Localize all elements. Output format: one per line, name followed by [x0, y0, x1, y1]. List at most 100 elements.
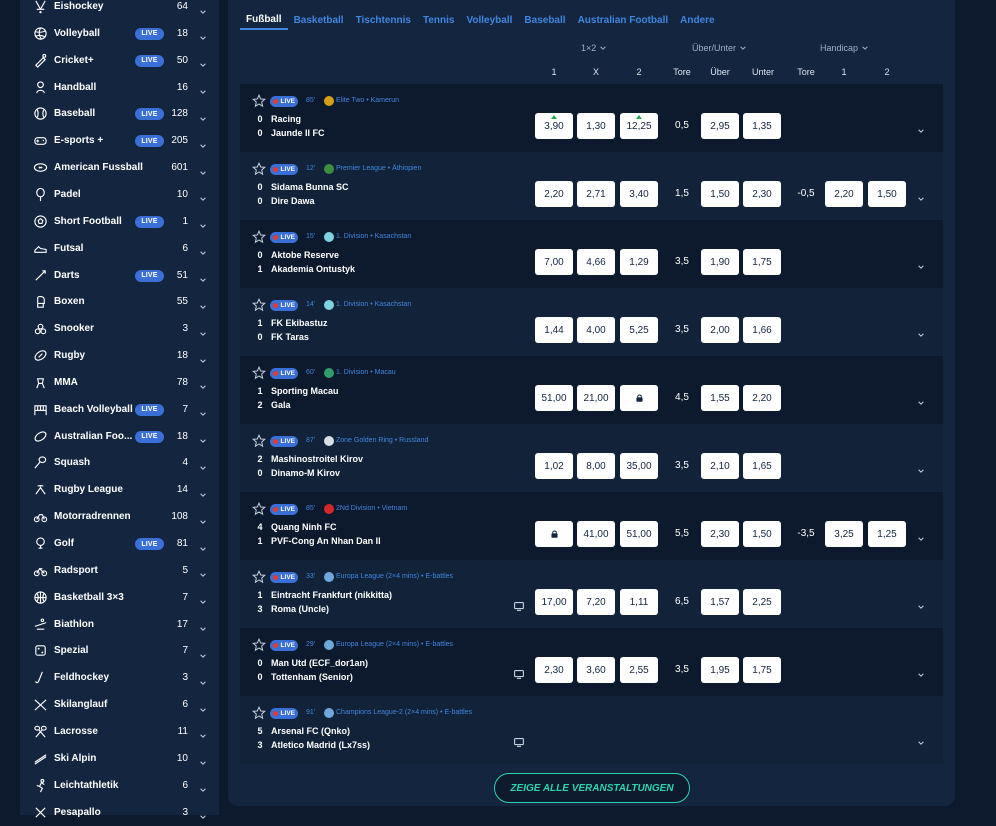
odds-over-button[interactable]: 1,55: [701, 385, 739, 411]
expand-match-chevron-icon[interactable]: [916, 734, 926, 745]
odds-over-button[interactable]: 1,57: [701, 589, 739, 615]
sidebar-item-short-football[interactable]: Short Football LIVE 1: [20, 208, 219, 235]
league-label[interactable]: Champions League-2 (2×4 mins) • E-battle…: [336, 709, 472, 716]
odds-over-button[interactable]: 1,95: [701, 657, 739, 683]
sidebar-item-beach-volleyball[interactable]: Beach Volleyball LIVE 7: [20, 396, 219, 423]
match-row[interactable]: LIVE 12' Premier League • Äthiopien 0 Sidama…: [240, 152, 943, 220]
tab-australian-football[interactable]: Australian Football: [572, 10, 675, 30]
sidebar-item-padel[interactable]: Padel 10: [20, 181, 219, 208]
expand-match-chevron-icon[interactable]: [916, 326, 926, 337]
header-group-handicap[interactable]: Handicap: [820, 43, 869, 53]
expand-match-chevron-icon[interactable]: [916, 190, 926, 201]
show-all-events-button[interactable]: ZEIGE ALLE VERANSTALTUNGEN: [494, 773, 690, 803]
chevron-down-icon[interactable]: [199, 164, 207, 175]
odds-over-button[interactable]: 2,30: [701, 521, 739, 547]
chevron-down-icon[interactable]: [199, 83, 207, 94]
tab-tischtennis[interactable]: Tischtennis: [350, 10, 417, 30]
odds-draw-button[interactable]: 41,00: [577, 521, 615, 547]
match-row[interactable]: LIVE 33' Europa League (2×4 mins) • E-batt…: [240, 560, 943, 628]
odds-under-button[interactable]: 1,66: [743, 317, 781, 343]
odds-under-button[interactable]: 1,35: [743, 113, 781, 139]
league-label[interactable]: Europa League (2×4 mins) • E-battles: [336, 573, 453, 580]
tab-baseball[interactable]: Baseball: [518, 10, 571, 30]
expand-match-chevron-icon[interactable]: [916, 462, 926, 473]
match-row[interactable]: LIVE 87' Zone Golden Ring • Russland 2 Mashi…: [240, 424, 943, 492]
expand-match-chevron-icon[interactable]: [916, 394, 926, 405]
chevron-down-icon[interactable]: [199, 29, 207, 41]
chevron-down-icon[interactable]: [199, 244, 207, 256]
favorite-star-icon[interactable]: [252, 366, 266, 380]
chevron-down-icon[interactable]: [199, 566, 207, 578]
match-row[interactable]: LIVE 85' Elite Two • Kamerun 0 Racing 0 Jaunde…: [240, 84, 943, 152]
odds-draw-button[interactable]: 3,60: [577, 657, 615, 683]
odds-handicap-2-button[interactable]: 1,25: [868, 521, 906, 547]
odds-home-button[interactable]: 2,20: [535, 181, 573, 207]
sidebar-item-squash[interactable]: Squash 4: [20, 449, 219, 476]
odds-draw-button[interactable]: 1,30: [577, 113, 615, 139]
sidebar-item-handball[interactable]: Handball 16: [20, 74, 219, 101]
odds-home-button[interactable]: 2,30: [535, 657, 573, 683]
chevron-down-icon[interactable]: [199, 593, 207, 605]
odds-under-button[interactable]: 1,50: [743, 521, 781, 547]
sidebar-item-cricket[interactable]: Cricket+ LIVE 50: [20, 47, 219, 74]
expand-match-chevron-icon[interactable]: [916, 122, 926, 133]
chevron-down-icon[interactable]: [199, 325, 207, 336]
chevron-down-icon[interactable]: [199, 56, 207, 68]
odds-home-button[interactable]: 17,00: [535, 589, 573, 615]
odds-under-button[interactable]: 1,75: [743, 249, 781, 275]
favorite-star-icon[interactable]: [252, 94, 266, 108]
odds-away-button[interactable]: 1,29: [620, 249, 658, 275]
match-row[interactable]: LIVE 15' 1. Division • Kasachstan 0 Aktobe R…: [240, 220, 943, 288]
tab-volleyball[interactable]: Volleyball: [460, 10, 518, 30]
sidebar-item-boxen[interactable]: Boxen 55: [20, 288, 219, 315]
chevron-down-icon[interactable]: [199, 3, 207, 14]
chevron-down-icon[interactable]: [199, 432, 207, 444]
favorite-star-icon[interactable]: [252, 434, 266, 448]
odds-draw-button[interactable]: 7,20: [577, 589, 615, 615]
match-row[interactable]: LIVE 29' Europa League (2×4 mins) • E-batt…: [240, 628, 943, 696]
sidebar-item-spezial[interactable]: Spezial 7: [20, 637, 219, 664]
sidebar-item-volleyball[interactable]: Volleyball LIVE 18: [20, 20, 219, 47]
sidebar-item-lacrosse[interactable]: Lacrosse 11: [20, 718, 219, 745]
chevron-down-icon[interactable]: [199, 110, 207, 121]
match-row[interactable]: LIVE 85' 2Nd Division • Vietnam 4 Quang Ninh…: [240, 492, 943, 560]
odds-away-button[interactable]: 3,40: [620, 181, 658, 207]
chevron-down-icon[interactable]: [199, 620, 207, 631]
league-label[interactable]: 1. Division • Macau: [336, 369, 396, 376]
match-row[interactable]: LIVE 14' 1. Division • Kasachstan 1 FK Ekiba…: [240, 288, 943, 356]
odds-handicap-2-button[interactable]: 1,50: [868, 181, 906, 207]
header-group-over-under[interactable]: Über/Unter: [692, 43, 747, 53]
favorite-star-icon[interactable]: [252, 298, 266, 312]
sidebar-item-mma[interactable]: MMA 78: [20, 369, 219, 396]
odds-under-button[interactable]: 2,25: [743, 589, 781, 615]
sidebar-item-rugby[interactable]: Rugby 18: [20, 342, 219, 369]
league-label[interactable]: Europa League (2×4 mins) • E-battles: [336, 641, 453, 648]
chevron-down-icon[interactable]: [199, 754, 207, 766]
league-label[interactable]: Elite Two • Kamerun: [336, 97, 399, 104]
odds-over-button[interactable]: 1,90: [701, 249, 739, 275]
sidebar-item-american-fussball[interactable]: American Fussball 601: [20, 154, 219, 181]
odds-draw-button[interactable]: 4,00: [577, 317, 615, 343]
odds-away-button[interactable]: 12,25: [620, 113, 658, 139]
odds-away-button[interactable]: 1,11: [620, 589, 658, 615]
odds-draw-button[interactable]: 4,66: [577, 249, 615, 275]
league-label[interactable]: 2Nd Division • Vietnam: [336, 505, 407, 512]
odds-away-button[interactable]: 5,25: [620, 317, 658, 343]
sidebar-item-futsal[interactable]: Futsal 6: [20, 235, 219, 262]
sidebar-item-basketball-3-3[interactable]: Basketball 3×3 7: [20, 584, 219, 611]
chevron-down-icon[interactable]: [199, 459, 207, 470]
tab-basketball[interactable]: Basketball: [288, 10, 350, 30]
chevron-down-icon[interactable]: [199, 674, 207, 685]
league-label[interactable]: 1. Division • Kasachstan: [336, 301, 411, 308]
sidebar-item-golf[interactable]: Golf LIVE 81: [20, 530, 219, 557]
chevron-down-icon[interactable]: [199, 405, 207, 417]
chevron-down-icon[interactable]: [199, 647, 207, 658]
odds-draw-button[interactable]: 8,00: [577, 453, 615, 479]
chevron-down-icon[interactable]: [199, 298, 207, 309]
odds-over-button[interactable]: 2,10: [701, 453, 739, 479]
odds-home-button[interactable]: 3,90: [535, 113, 573, 139]
odds-under-button[interactable]: 1,65: [743, 453, 781, 479]
tab-fußball[interactable]: Fußball: [240, 10, 288, 30]
odds-over-button[interactable]: 1,50: [701, 181, 739, 207]
odds-draw-button[interactable]: 2,71: [577, 181, 615, 207]
